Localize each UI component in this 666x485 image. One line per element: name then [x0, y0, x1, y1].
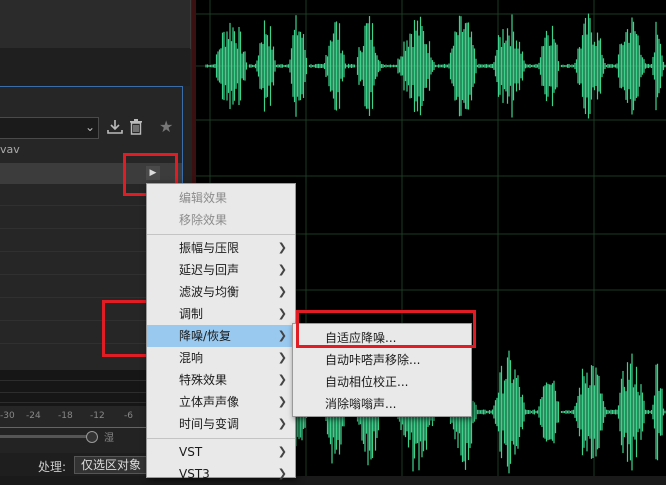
- menu-item-label: 自动咔嗒声移除...: [325, 353, 421, 367]
- menu-item-auto-phase-correction[interactable]: 自动相位校正...: [293, 371, 471, 393]
- chevron-right-icon: ❯: [277, 329, 287, 342]
- menu-item-label: 时间与变调: [179, 417, 240, 431]
- save-preset-icon[interactable]: [106, 119, 124, 135]
- menu-item-label: 移除效果: [179, 213, 228, 227]
- menu-item-label: 滤波与均衡: [179, 285, 240, 299]
- mix-slider[interactable]: [0, 435, 90, 438]
- chevron-right-icon: ❯: [277, 241, 287, 254]
- menu-item-amplitude-compression[interactable]: 振幅与压限 ❯: [147, 237, 295, 259]
- meter-tick-label: -24: [26, 411, 41, 421]
- highlight-adaptive-noise-reduction: [296, 310, 476, 348]
- process-label: 处理:: [38, 460, 67, 474]
- menu-item-reverb[interactable]: 混响 ❯: [147, 347, 295, 369]
- menu-item-label: 消除嗡嗡声...: [325, 397, 397, 411]
- chevron-right-icon: ❯: [277, 417, 287, 430]
- menu-item-special[interactable]: 特殊效果 ❯: [147, 369, 295, 391]
- chevron-down-icon[interactable]: ⌄: [85, 118, 97, 136]
- menu-item-auto-click-remover[interactable]: 自动咔嗒声移除...: [293, 349, 471, 371]
- menu-item-label: 调制: [179, 307, 204, 321]
- meter-tick-label: -30: [0, 411, 15, 421]
- menu-item-label: 编辑效果: [179, 191, 228, 205]
- effects-context-menu: 编辑效果 移除效果 振幅与压限 ❯ 延迟与回声 ❯ 滤波与均衡 ❯ 调制 ❯ 降噪/恢复…: [146, 183, 296, 481]
- chevron-right-icon: ❯: [277, 395, 287, 408]
- chevron-right-icon: ❯: [277, 467, 287, 480]
- menu-item-edit-effect[interactable]: 编辑效果: [147, 187, 295, 209]
- menu-item-label: 混响: [179, 351, 204, 365]
- chevron-right-icon: ❯: [277, 445, 287, 458]
- chevron-right-icon: ❯: [277, 307, 287, 320]
- star-icon[interactable]: ★: [159, 118, 177, 136]
- mix-wet-label: 湿: [104, 433, 114, 444]
- menu-item-stereo-imagery[interactable]: 立体声声像 ❯: [147, 391, 295, 413]
- menu-item-noise-reduction[interactable]: 降噪/恢复 ❯: [147, 325, 295, 347]
- meter-tick-label: -18: [58, 411, 73, 421]
- menu-item-label: VST3: [179, 467, 210, 481]
- menu-item-dehummer[interactable]: 消除嗡嗡声...: [293, 393, 471, 415]
- menu-item-filter-eq[interactable]: 滤波与均衡 ❯: [147, 281, 295, 303]
- menu-item-delay-echo[interactable]: 延迟与回声 ❯: [147, 259, 295, 281]
- meter-tick-label: -6: [124, 411, 133, 421]
- menu-item-label: VST: [179, 445, 203, 459]
- menu-item-vst[interactable]: VST ❯: [147, 441, 295, 463]
- chevron-right-icon: ❯: [277, 263, 287, 276]
- chevron-right-icon: ❯: [277, 351, 287, 364]
- menu-item-label: 立体声声像: [179, 395, 240, 409]
- file-name-label: vav: [0, 143, 20, 156]
- menu-item-label: 自动相位校正...: [325, 375, 409, 389]
- meter-tick-label: -12: [90, 411, 105, 421]
- trash-icon[interactable]: [129, 118, 143, 136]
- menu-separator: [147, 438, 295, 439]
- menu-item-modulation[interactable]: 调制 ❯: [147, 303, 295, 325]
- files-panel: [0, 0, 191, 49]
- chevron-right-icon: ❯: [277, 285, 287, 298]
- menu-item-label: 延迟与回声: [179, 263, 240, 277]
- menu-separator: [147, 234, 295, 235]
- menu-item-remove-effect[interactable]: 移除效果: [147, 209, 295, 231]
- chevron-right-icon: ❯: [277, 373, 287, 386]
- mix-slider-thumb[interactable]: [86, 431, 98, 443]
- panel-divider-strip: [0, 48, 190, 86]
- menu-item-time-pitch[interactable]: 时间与变调 ❯: [147, 413, 295, 435]
- menu-item-label: 特殊效果: [179, 373, 228, 387]
- menu-item-label: 降噪/恢复: [179, 329, 232, 343]
- menu-item-label: 振幅与压限: [179, 241, 240, 255]
- menu-item-vst3[interactable]: VST3 ❯: [147, 463, 295, 485]
